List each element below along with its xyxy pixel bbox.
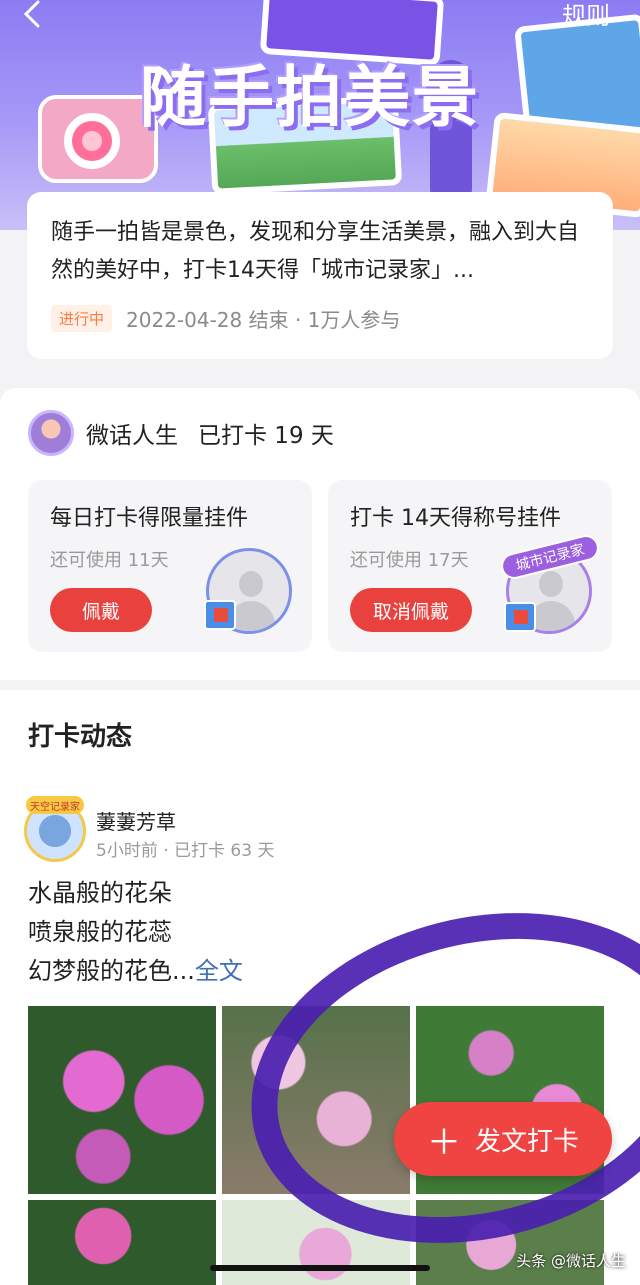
activity-meta: 进行中 2022-04-28 结束 · 1万人参与: [51, 304, 400, 333]
pendant-tag-icon: [504, 602, 536, 632]
post-photo[interactable]: [28, 1200, 216, 1285]
intro-card: 随手一拍皆是景色，发现和分享生活美景，融入到大自然的美好中，打卡14天得「城市记…: [27, 192, 613, 359]
read-more-link[interactable]: 全文: [195, 957, 243, 985]
checkin-days: 已打卡 19 天: [198, 423, 334, 449]
reward-title: 打卡 14天得称号挂件: [350, 506, 561, 531]
wear-button[interactable]: 佩戴: [50, 588, 152, 632]
rules-button[interactable]: 规则: [562, 0, 610, 31]
user-name: 微话人生: [86, 423, 178, 449]
home-indicator[interactable]: [210, 1265, 430, 1271]
activity-description: 随手一拍皆是景色，发现和分享生活美景，融入到大自然的美好中，打卡14天得「城市记…: [51, 220, 580, 283]
user-checkin-section: 微话人生 已打卡 19 天 每日打卡得限量挂件 还可使用 11天 佩戴 打卡 1…: [0, 388, 640, 680]
user-row: 微话人生 已打卡 19 天: [28, 410, 334, 456]
watermark: 头条 @微话人生: [516, 1252, 626, 1270]
plus-icon: ＋: [426, 1122, 461, 1163]
post-photo[interactable]: [28, 1006, 216, 1194]
post-checkin-button[interactable]: ＋ 发文打卡: [394, 1102, 612, 1176]
feed-title: 打卡动态: [28, 722, 133, 752]
cancel-wear-button[interactable]: 取消佩戴: [350, 588, 472, 632]
post-meta: 5小时前 · 已打卡 63 天: [96, 841, 275, 861]
post-line: 喷泉般的花蕊: [28, 918, 172, 946]
avatar[interactable]: [28, 410, 74, 456]
back-button[interactable]: [18, 0, 48, 30]
reward-card-title: 打卡 14天得称号挂件 还可使用 17天 取消佩戴 城市记录家: [328, 480, 612, 652]
post-checkin-label: 发文打卡: [474, 1126, 579, 1157]
post-avatar-badge: 天空记录家: [26, 796, 84, 814]
post-user-name[interactable]: 萋萋芳草: [96, 806, 176, 835]
end-info: 2022-04-28 结束 · 1万人参与: [126, 308, 401, 332]
status-badge: 进行中: [51, 305, 113, 332]
page-title: 随手拍美景: [140, 59, 480, 136]
reward-title: 每日打卡得限量挂件: [50, 506, 249, 531]
post-line: 幻梦般的花色...: [28, 957, 195, 985]
post-line: 水晶般的花朵: [28, 879, 172, 907]
chevron-left-icon: [23, 0, 40, 28]
post-text: 水晶般的花朵 喷泉般的花蕊 幻梦般的花色...全文: [28, 874, 243, 991]
reward-card-daily: 每日打卡得限量挂件 还可使用 11天 佩戴: [28, 480, 312, 652]
post-line-with-more: 幻梦般的花色...全文: [28, 952, 243, 991]
pendant-tag-icon: [204, 600, 236, 630]
